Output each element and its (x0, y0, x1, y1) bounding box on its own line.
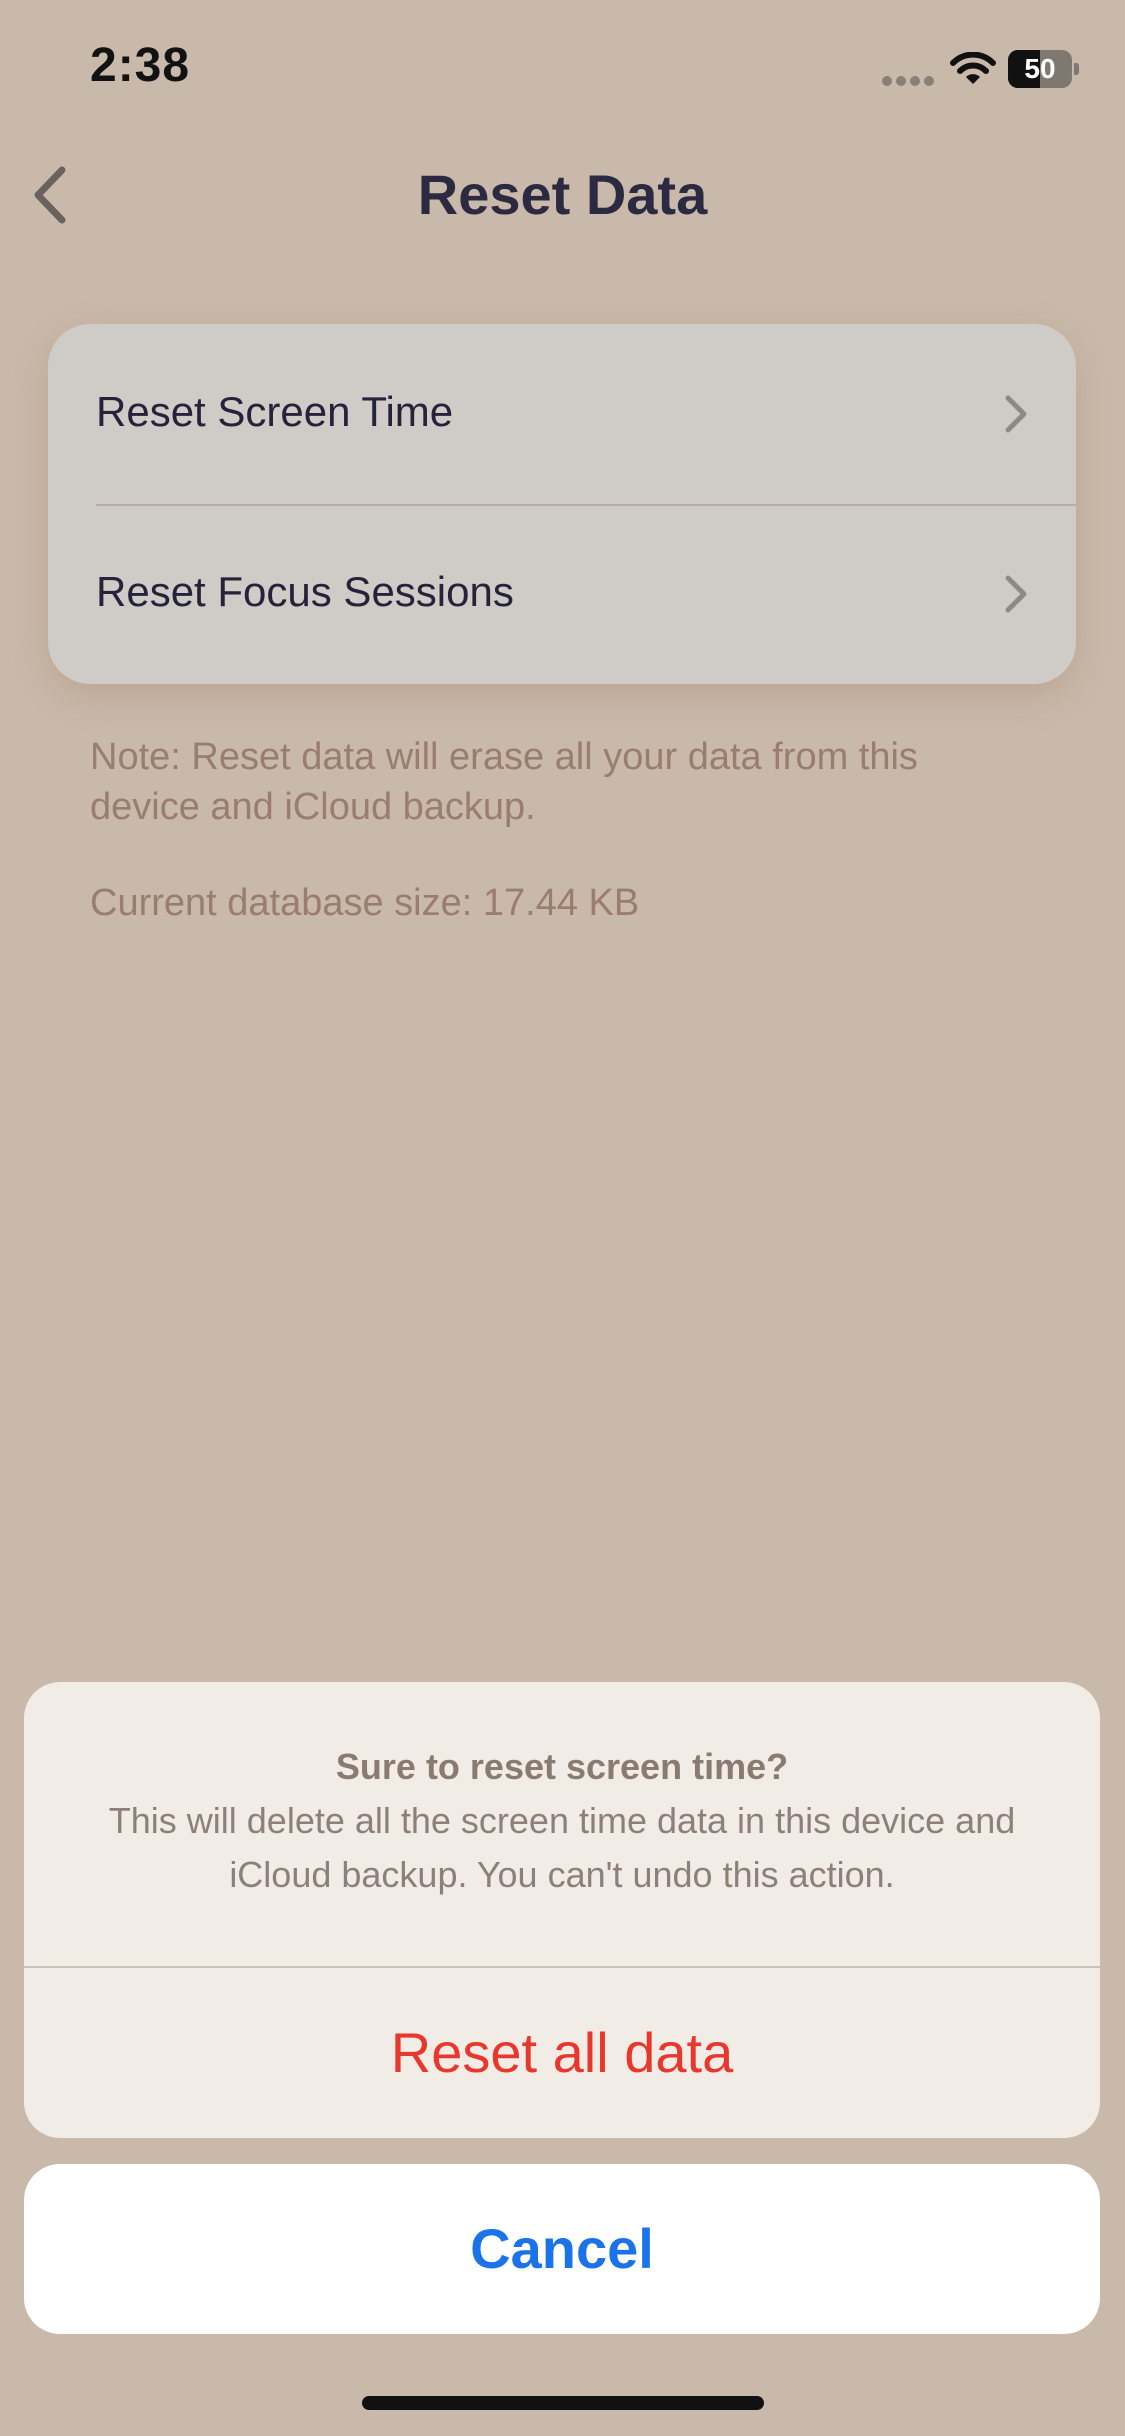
wifi-icon (950, 52, 996, 84)
battery-tip (1074, 63, 1079, 75)
status-time: 2:38 (90, 39, 191, 92)
action-sheet-message: This will delete all the screen time dat… (108, 1800, 1016, 1895)
reset-screen-time-row[interactable]: Reset Screen Time (48, 324, 1076, 504)
chevron-right-icon (1005, 575, 1027, 613)
cancel-button[interactable]: Cancel (24, 2164, 1100, 2334)
reset-focus-sessions-row[interactable]: Reset Focus Sessions (48, 504, 1076, 684)
battery-body: 50 (1008, 50, 1072, 88)
nav-bar: Reset Data (0, 140, 1125, 250)
action-sheet: Sure to reset screen time? This will del… (24, 1682, 1100, 2138)
row-label: Reset Screen Time (96, 388, 454, 435)
reset-note: Note: Reset data will erase all your dat… (90, 736, 918, 828)
database-size-label: Current database size: 17.44 KB (90, 882, 640, 924)
row-label: Reset Focus Sessions (96, 568, 514, 615)
settings-card: Reset Screen Time Reset Focus Sessions (48, 324, 1076, 684)
reset-all-data-button[interactable]: Reset all data (24, 1968, 1100, 2138)
battery-icon: 50 (1008, 50, 1080, 88)
battery-level: 50 (1024, 53, 1056, 84)
page-title: Reset Data (417, 163, 708, 226)
action-sheet-title: Sure to reset screen time? (335, 1746, 789, 1787)
signal-dots-icon (882, 76, 934, 86)
status-bar: 2:38 50 (0, 0, 1125, 140)
home-indicator (362, 2396, 764, 2410)
chevron-right-icon (1005, 395, 1027, 433)
